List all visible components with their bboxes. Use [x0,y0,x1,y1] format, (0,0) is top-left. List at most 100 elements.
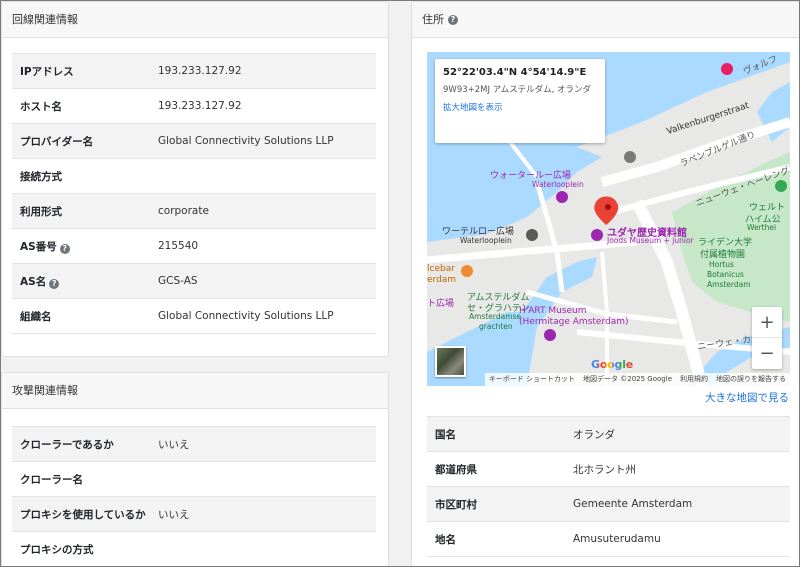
row-key: 市区町村 [427,486,573,522]
row-key: IPアドレス [12,53,158,89]
map-coordinates: 52°22'03.4"N 4°54'14.9"E [443,67,587,78]
park-label: Botanicus [707,270,744,279]
zoom-control: + − [752,307,782,369]
row-value: Global Connectivity Solutions LLP [158,298,376,334]
table-row: 国名 オランダ [427,416,790,452]
row-key-with-help: AS番号? [12,228,158,264]
map[interactable]: Valkenburgerstraat ラペンブルゲル通り ニューウェ・ヘーレング… [427,52,790,386]
help-icon[interactable]: ? [49,278,60,289]
row-value: 北ホラント州 [573,451,790,487]
row-key: 組織名 [12,298,158,334]
line-info-header: 回線関連情報 [2,2,388,38]
row-value: いいえ [158,426,376,462]
row-value: Gemeente Amsterdam [573,486,790,522]
poi-label: Waterlooplein [460,236,512,245]
museum-poi [544,329,556,341]
row-key: プロキシを使用しているか [12,496,158,532]
park-label: Hortus [709,260,734,269]
enlarge-map-link[interactable]: 拡大地図を表示 [443,101,597,113]
map-data-text: 地図データ ©2025 Google [583,375,672,383]
poi [556,191,568,203]
address-table: 国名 オランダ 都道府県 北ホラント州 市区町村 Gemeente Amster… [427,416,790,557]
table-row: プロキシを使用しているか いいえ [12,496,376,532]
museum-label: (Hermitage Amsterdam) [519,317,629,327]
satellite-toggle[interactable] [435,346,466,377]
table-row: IPアドレス 193.233.127.92 [12,53,376,89]
table-row: 市区町村 Gemeente Amsterdam [427,486,790,522]
row-value [158,158,376,194]
larger-map-link[interactable]: 大きな地図で見る [705,390,789,405]
row-key: 接続方式 [12,158,158,194]
metro-poi [526,229,538,241]
row-key: AS番号 [20,240,57,253]
museum-label: Joods Museum + junior [607,236,694,245]
location-pin-dot [605,204,611,210]
zoom-in-button[interactable]: + [752,307,782,338]
museum-label: H'ART Museum [519,306,587,316]
metro-poi [624,151,636,163]
poi-label: grachten [479,322,513,331]
google-logo-text: Google [591,358,634,371]
row-key: クローラーであるか [12,426,158,462]
line-info-title: 回線関連情報 [12,12,78,26]
row-value: Global Connectivity Solutions LLP [158,123,376,159]
row-value [158,461,376,497]
restaurant-poi [461,265,473,277]
poi-label: Waterlooplein [532,180,584,189]
row-key: 都道府県 [427,451,573,487]
table-row: AS名? GCS-AS [12,263,376,299]
table-row: プロバイダー名 Global Connectivity Solutions LL… [12,123,376,159]
table-row: AS番号? 215540 [12,228,376,264]
help-icon[interactable]: ? [448,14,458,25]
table-row: クローラー名 [12,461,376,497]
poi-label: Amsterdamse [469,312,522,321]
row-key: プロキシの方式 [12,531,158,567]
attack-info-card: 攻撃関連情報 クローラーであるか いいえ クローラー名 プロキシを使用しているか… [1,372,389,567]
row-value: 193.233.127.92 [158,88,376,124]
map-plus-code: 9W93+2MJ アムステルダム, オランダ [443,85,592,95]
address-title: 住所 [422,12,444,26]
map-info-window: 52°22'03.4"N 4°54'14.9"E 9W93+2MJ アムステルダ… [435,59,605,143]
museum-poi [591,229,603,241]
table-row: ホスト名 193.233.127.92 [12,88,376,124]
attack-info-header: 攻撃関連情報 [2,373,388,409]
shop-poi [721,63,733,75]
poi-label: ト広場 [427,299,455,309]
row-value: 193.233.127.92 [158,53,376,89]
row-value: Amusuterudamu [573,521,790,557]
attack-info-title: 攻撃関連情報 [12,383,78,397]
row-key: クローラー名 [12,461,158,497]
poi-label: erdam [427,275,457,285]
row-key: プロバイダー名 [12,123,158,159]
row-value: いいえ [158,496,376,532]
attack-info-table: クローラーであるか いいえ クローラー名 プロキシを使用しているか いいえ プロ… [12,426,376,567]
row-value [158,531,376,567]
line-info-card: 回線関連情報 IPアドレス 193.233.127.92 ホスト名 193.23… [1,1,389,357]
poi-label: lcebar [427,264,455,274]
help-icon[interactable]: ? [59,243,70,254]
row-key: ホスト名 [12,88,158,124]
table-row: 都道府県 北ホラント州 [427,451,790,487]
map-attribution: キーボード ショートカット 地図データ ©2025 Google 利用規約 地図… [484,373,790,386]
park-poi [775,180,787,192]
table-row: プロキシの方式 [12,531,376,567]
row-key: AS名 [20,275,47,288]
line-info-table: IPアドレス 193.233.127.92 ホスト名 193.233.127.9… [12,53,376,334]
report-error-link[interactable]: 地図の誤りを報告する [716,373,786,386]
row-key: 国名 [427,416,573,452]
row-value: GCS-AS [158,263,376,299]
row-value: オランダ [573,416,790,452]
table-row: クローラーであるか いいえ [12,426,376,462]
table-row: 組織名 Global Connectivity Solutions LLP [12,298,376,334]
row-key: 地名 [427,521,573,557]
park-label: Amsterdam [707,280,751,289]
table-row: 接続方式 [12,158,376,194]
google-logo: Google [591,358,633,371]
terms-link[interactable]: 利用規約 [680,373,708,386]
table-row: 利用形式 corporate [12,193,376,229]
keyboard-shortcuts-link[interactable]: キーボード ショートカット [489,373,575,386]
table-row: 地名 Amusuterudamu [427,521,790,557]
zoom-out-button[interactable]: − [752,338,782,369]
row-value: 215540 [158,228,376,264]
park-label: Werthei [747,223,777,232]
